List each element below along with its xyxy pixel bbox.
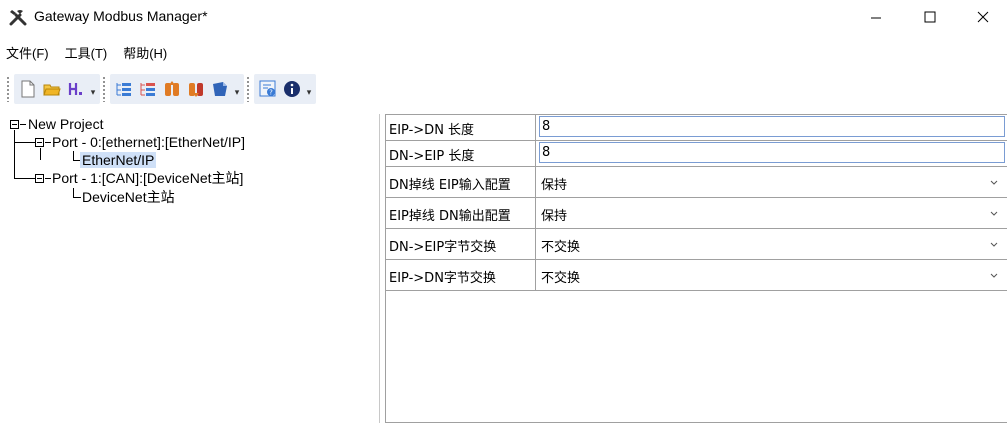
- tree-node-port-1[interactable]: Port - 1:[CAN]:[DeviceNet主站]: [50, 169, 245, 187]
- property-row: DN->EIP字节交换 不交换: [386, 229, 1007, 260]
- property-name: DN->EIP字节交换: [386, 229, 536, 259]
- remove-node-button[interactable]: [137, 78, 159, 100]
- toolbar-grip[interactable]: [246, 76, 250, 102]
- property-name: EIP掉线 DN输出配置: [386, 198, 536, 228]
- property-row: EIP掉线 DN输出配置 保持: [386, 198, 1007, 229]
- toolbar-group-file: ▾: [14, 74, 100, 104]
- chevron-down-icon: [990, 211, 998, 216]
- help-button[interactable]: ?: [257, 78, 279, 100]
- window-title: Gateway Modbus Manager*: [34, 8, 208, 24]
- tree-node-label: Port - 1:[CAN]:[DeviceNet主站]: [52, 170, 244, 186]
- toolbar-group-nodes: ▾: [110, 74, 244, 104]
- tree-node-label: New Project: [28, 116, 104, 132]
- toolbar-overflow-button[interactable]: ▾: [232, 78, 242, 100]
- dn-eip-length-input[interactable]: [539, 142, 1005, 163]
- toolbar-grip[interactable]: [6, 76, 10, 102]
- tree-node-root[interactable]: New Project: [26, 115, 105, 133]
- menu-file[interactable]: 文件(F): [0, 40, 57, 64]
- select-value: 不交换: [541, 271, 581, 286]
- svg-text:?: ?: [269, 89, 273, 97]
- property-row: EIP->DN 长度: [386, 115, 1007, 141]
- chip-icon: [213, 82, 227, 96]
- info-icon: [284, 81, 300, 97]
- minimize-button[interactable]: [853, 0, 899, 34]
- property-row: DN掉线 EIP输入配置 保持: [386, 167, 1007, 198]
- chevron-down-icon: [990, 273, 998, 278]
- device-button[interactable]: [209, 78, 231, 100]
- upload-button[interactable]: [161, 78, 183, 100]
- eip-dn-byte-swap-select[interactable]: 不交换: [537, 260, 1007, 290]
- close-button[interactable]: [960, 0, 1006, 34]
- collapse-icon[interactable]: [10, 120, 19, 129]
- tree-node-label: EtherNet/IP: [80, 152, 157, 168]
- tree-connector: [73, 151, 74, 161]
- remove-node-icon: [140, 83, 155, 96]
- collapse-icon[interactable]: [35, 138, 44, 147]
- tree-node-ethernet-ip[interactable]: EtherNet/IP: [80, 151, 157, 169]
- tree-connector: [15, 142, 35, 143]
- chevron-down-icon: [990, 180, 998, 185]
- property-grid: EIP->DN 长度 DN->EIP 长度 DN掉线 EIP输入配置 保持 EI…: [385, 114, 1007, 423]
- open-button[interactable]: [41, 78, 63, 100]
- tree-node-port-0[interactable]: Port - 0:[ethernet]:[EtherNet/IP]: [50, 133, 247, 151]
- property-row: DN->EIP 长度: [386, 141, 1007, 167]
- tree-connector: [15, 178, 35, 179]
- add-node-button[interactable]: [113, 78, 135, 100]
- tree-connector: [40, 148, 41, 160]
- chevron-down-icon: [990, 242, 998, 247]
- menu-help[interactable]: 帮助(H): [115, 40, 175, 64]
- maximize-button[interactable]: [907, 0, 953, 34]
- maximize-icon: [924, 11, 936, 23]
- toolbar-grip[interactable]: [102, 76, 106, 102]
- property-name: DN->EIP 长度: [386, 141, 536, 166]
- collapse-icon[interactable]: [35, 174, 44, 183]
- menu-tools[interactable]: 工具(T): [57, 40, 116, 64]
- info-button[interactable]: [281, 78, 303, 100]
- save-icon: [68, 83, 82, 95]
- select-value: 保持: [541, 178, 568, 193]
- title-bar: Gateway Modbus Manager*: [0, 0, 1007, 34]
- new-file-button[interactable]: [17, 78, 39, 100]
- help-icon: ?: [259, 80, 276, 97]
- close-icon: [977, 11, 989, 23]
- minimize-icon: [871, 17, 881, 19]
- property-value: [537, 115, 1007, 140]
- property-value: [537, 141, 1007, 166]
- download-icon: [189, 83, 203, 97]
- dn-eip-byte-swap-select[interactable]: 不交换: [537, 229, 1007, 259]
- tree-connector: [14, 130, 15, 179]
- property-name: DN掉线 EIP输入配置: [386, 167, 536, 197]
- dn-offline-eip-input-select[interactable]: 保持: [537, 167, 1007, 197]
- project-tree: New Project Port - 0:[ethernet]:[EtherNe…: [4, 114, 380, 423]
- menu-bar: 文件(F) 工具(T) 帮助(H): [0, 40, 175, 64]
- open-folder-icon: [43, 84, 61, 96]
- new-file-icon: [21, 80, 35, 98]
- tools-icon: [8, 8, 28, 26]
- tree-node-label: DeviceNet主站: [82, 189, 175, 205]
- toolbar-overflow-button[interactable]: ▾: [88, 78, 98, 100]
- toolbar-group-help: ? ▾: [254, 74, 316, 104]
- eip-offline-dn-output-select[interactable]: 保持: [537, 198, 1007, 228]
- property-name: EIP->DN 长度: [386, 115, 536, 140]
- upload-icon: [165, 81, 179, 96]
- toolbar-overflow-button[interactable]: ▾: [304, 78, 314, 100]
- tree-node-devicenet[interactable]: DeviceNet主站: [80, 188, 177, 206]
- property-row: EIP->DN字节交换 不交换: [386, 260, 1007, 291]
- property-name: EIP->DN字节交换: [386, 260, 536, 290]
- download-button[interactable]: [185, 78, 207, 100]
- select-value: 不交换: [541, 240, 581, 255]
- save-button[interactable]: [65, 78, 87, 100]
- toolbar: ▾ ▾ ? ▾: [4, 72, 316, 106]
- tree-node-label: Port - 0:[ethernet]:[EtherNet/IP]: [52, 134, 245, 150]
- select-value: 保持: [541, 209, 568, 224]
- add-node-icon: [116, 83, 131, 96]
- eip-dn-length-input[interactable]: [539, 116, 1005, 137]
